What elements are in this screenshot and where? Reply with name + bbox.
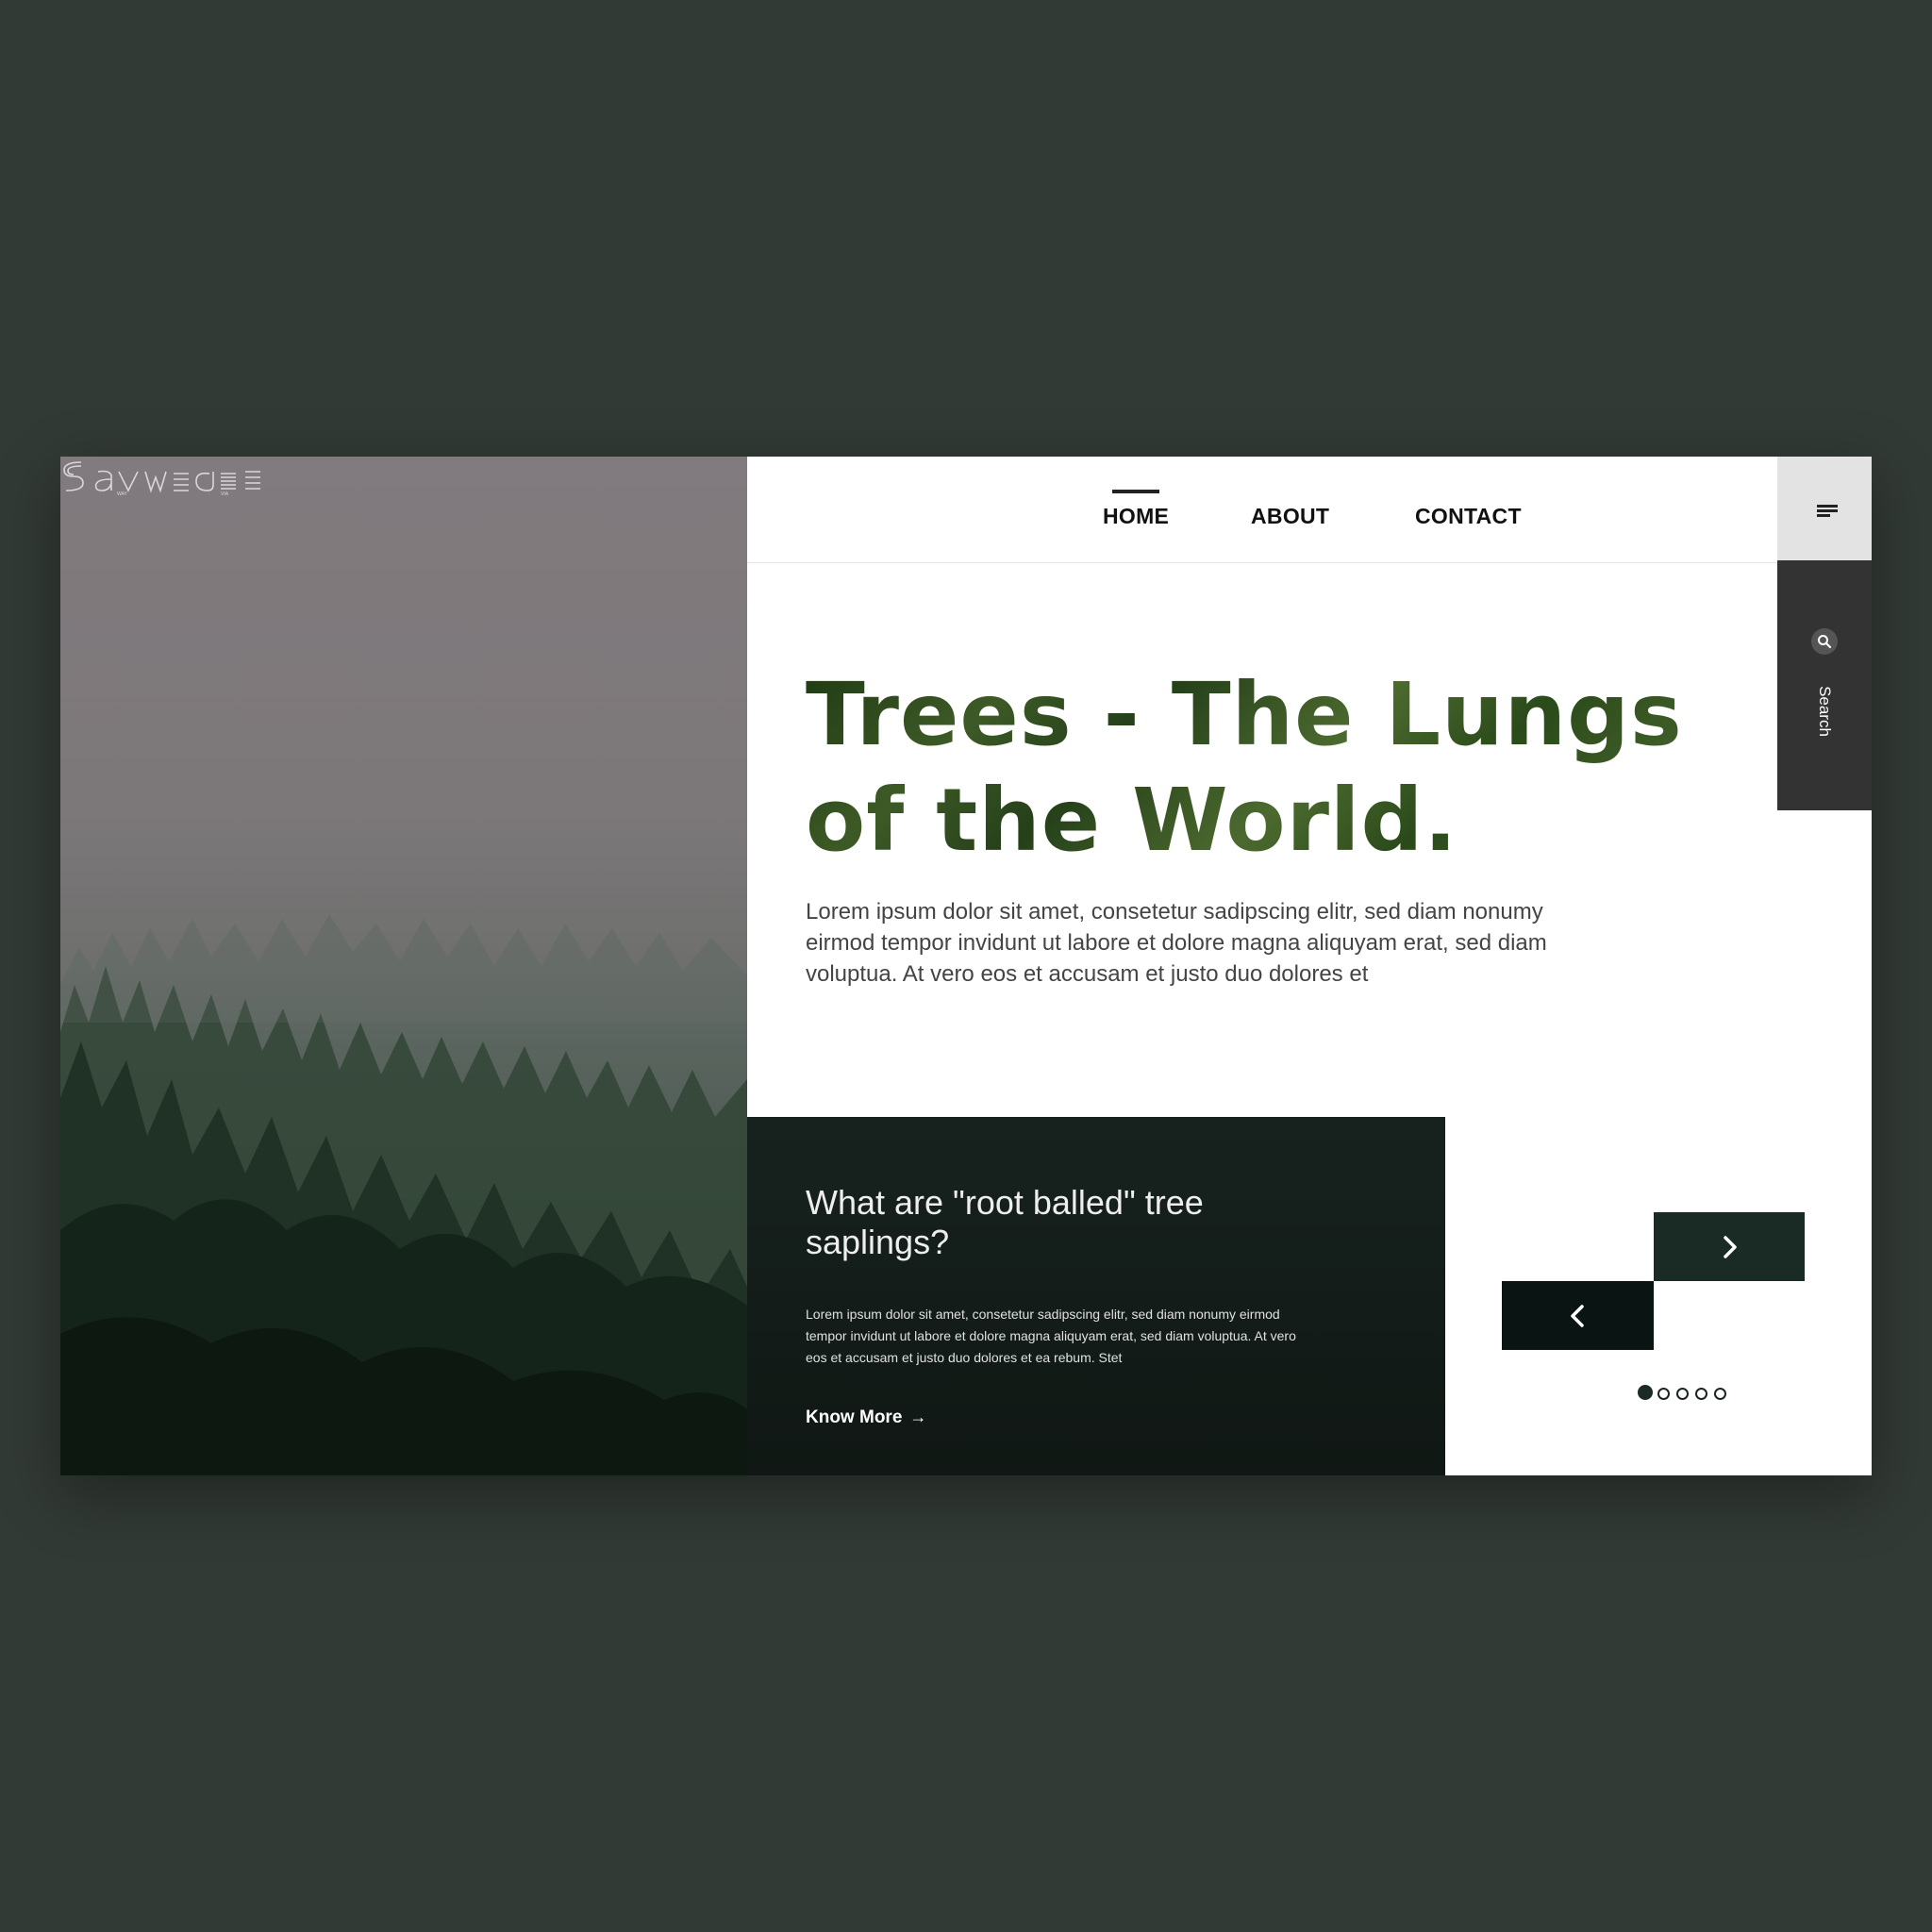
slide-dot-2[interactable] <box>1657 1388 1670 1400</box>
hero-title-line-1: Trees - The Lungs <box>806 664 1683 765</box>
nav-item-contact[interactable]: CONTACT <box>1415 504 1522 529</box>
know-more-link[interactable]: Know More → <box>806 1407 926 1428</box>
previous-slide-button[interactable] <box>1502 1281 1654 1350</box>
menu-button[interactable] <box>1777 457 1872 560</box>
info-card: What are "root balled" tree saplings? Lo… <box>747 1117 1445 1475</box>
slide-dot-3[interactable] <box>1676 1388 1689 1400</box>
arrow-right-icon: → <box>909 1407 927 1426</box>
hamburger-menu-icon-line <box>1817 509 1838 512</box>
brand-logo[interactable]: WAY VIA <box>60 457 274 496</box>
svg-text:WAY: WAY <box>117 491 127 496</box>
slide-dot-4[interactable] <box>1695 1388 1707 1400</box>
hamburger-menu-icon-line <box>1817 514 1830 517</box>
hero-title: Trees - The Lungs of the World. <box>806 662 1711 874</box>
search-label: Search <box>1816 686 1834 737</box>
forest-illustration <box>60 457 747 1475</box>
know-more-label: Know More <box>806 1407 903 1427</box>
top-navigation: HOME ABOUT CONTACT <box>747 457 1777 563</box>
hero-title-line-2: of the World. <box>806 770 1458 871</box>
hamburger-menu-icon <box>1817 505 1838 508</box>
nav-item-home[interactable]: HOME <box>1103 490 1169 529</box>
chevron-left-icon <box>1571 1305 1584 1327</box>
search-button[interactable]: Search <box>1777 560 1872 810</box>
card-text: Lorem ipsum dolor sit amet, consetetur s… <box>806 1307 1296 1365</box>
nav-item-about[interactable]: ABOUT <box>1251 504 1329 529</box>
landing-page: WAY VIA HOME ABOUT CONTACT Search Trees … <box>60 457 1872 1475</box>
svg-text:VIA: VIA <box>221 491 229 496</box>
search-icon <box>1811 628 1838 655</box>
slide-dot-1[interactable] <box>1638 1385 1653 1400</box>
hero-intro-text: Lorem ipsum dolor sit amet, consetetur s… <box>806 899 1547 987</box>
forest-image: WAY VIA <box>60 457 747 1475</box>
card-title: What are "root balled" tree saplings? <box>806 1183 1204 1261</box>
chevron-right-icon <box>1724 1236 1737 1258</box>
next-slide-button[interactable] <box>1654 1212 1805 1281</box>
slide-dot-5[interactable] <box>1714 1388 1726 1400</box>
